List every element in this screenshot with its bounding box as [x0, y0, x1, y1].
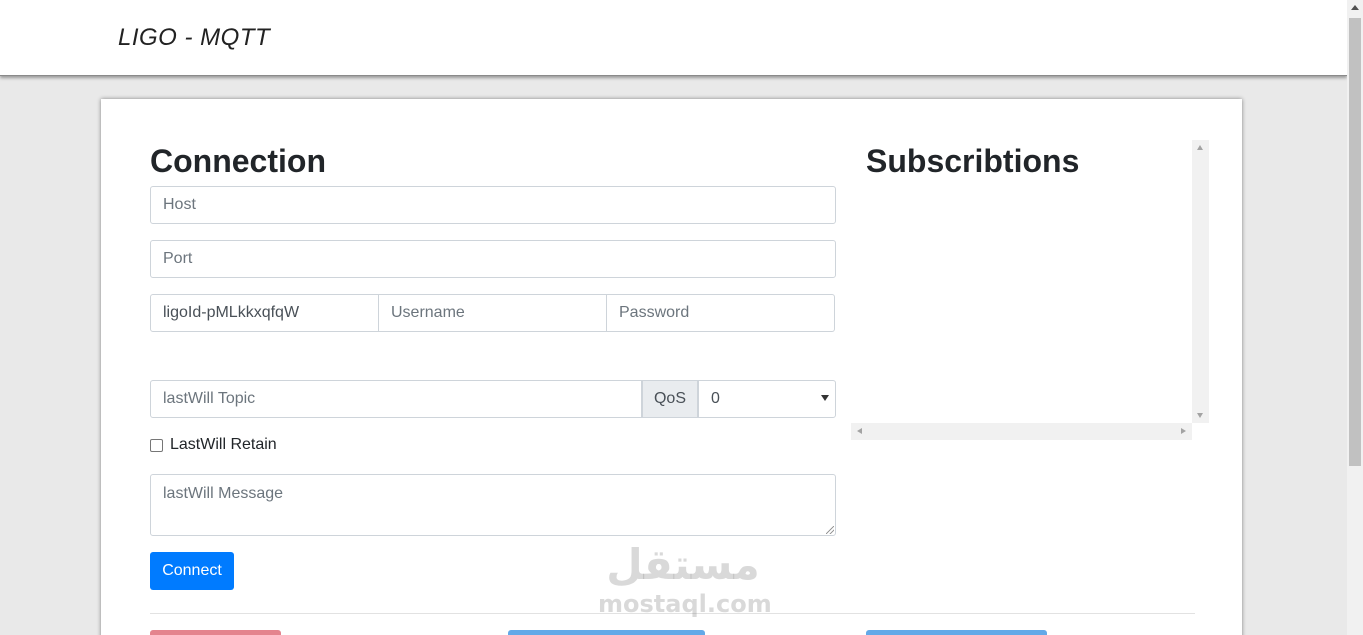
- scroll-up-icon[interactable]: [1197, 145, 1203, 150]
- password-input[interactable]: Password: [607, 294, 835, 332]
- watermark: مستقل mostaql.com: [598, 540, 772, 622]
- caret-down-icon: [821, 395, 829, 401]
- client-id-input[interactable]: ligoId-pMLkkxqfqW: [150, 294, 379, 332]
- lastwill-topic-input[interactable]: lastWill Topic: [150, 380, 642, 418]
- navbar: LIGO - MQTT: [0, 0, 1347, 76]
- resize-grip-icon[interactable]: [826, 526, 834, 534]
- page-scroll-thumb[interactable]: [1349, 18, 1361, 466]
- watermark-latin: mostaql.com: [598, 590, 772, 618]
- connect-button[interactable]: Connect: [150, 552, 234, 590]
- port-input[interactable]: Port: [150, 240, 836, 278]
- info-action-button-1[interactable]: [508, 630, 705, 635]
- connection-title: Connection: [150, 143, 326, 179]
- subscriptions-panel: [851, 140, 1209, 440]
- scroll-right-icon[interactable]: [1181, 428, 1186, 434]
- scroll-down-icon[interactable]: [1197, 413, 1203, 418]
- qos-selected-value: 0: [711, 390, 720, 407]
- info-action-button-2[interactable]: [866, 630, 1047, 635]
- lastwill-message-textarea[interactable]: lastWill Message: [150, 474, 836, 536]
- watermark-arabic: مستقل: [606, 540, 760, 589]
- username-input[interactable]: Username: [379, 294, 607, 332]
- lastwill-topic-group: lastWill Topic QoS 0: [150, 380, 836, 418]
- brand-title[interactable]: LIGO - MQTT: [118, 24, 270, 52]
- scroll-up-icon[interactable]: [1351, 5, 1359, 10]
- scroll-left-icon[interactable]: [857, 428, 862, 434]
- lastwill-message-placeholder: lastWill Message: [163, 485, 284, 502]
- lastwill-retain-label: LastWill Retain: [170, 436, 277, 453]
- credentials-group: ligoId-pMLkkxqfqW Username Password: [150, 294, 835, 332]
- lastwill-retain-row[interactable]: LastWill Retain: [150, 436, 277, 454]
- danger-action-button[interactable]: [150, 630, 281, 635]
- lastwill-retain-checkbox[interactable]: [150, 438, 163, 452]
- page-scrollbar[interactable]: [1347, 0, 1363, 635]
- host-input[interactable]: Host: [150, 186, 836, 224]
- subscriptions-vertical-scrollbar[interactable]: [1192, 140, 1209, 423]
- qos-select[interactable]: 0: [698, 380, 836, 418]
- subscriptions-title: Subscribtions: [866, 143, 1080, 179]
- subscriptions-horizontal-scrollbar[interactable]: [851, 423, 1192, 440]
- qos-label: QoS: [642, 380, 698, 418]
